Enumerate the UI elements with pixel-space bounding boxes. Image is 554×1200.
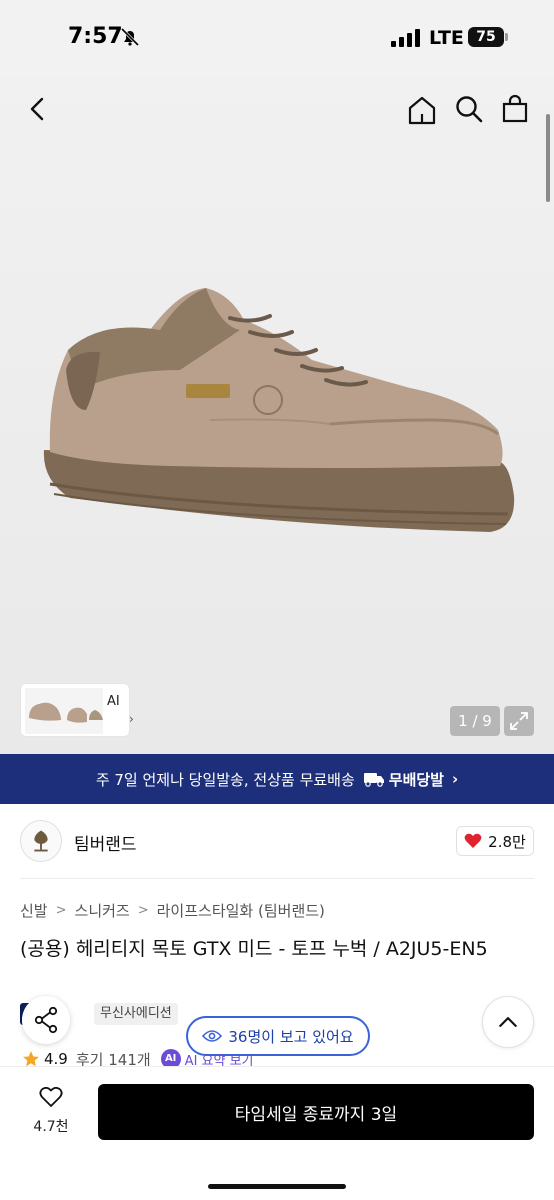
live-viewers-text: 36명이 보고 있어요 [228,1027,354,1046]
bell-off-icon [120,27,140,47]
wishlist-button[interactable]: 4.7천 [28,1086,74,1140]
product-image[interactable] [30,270,520,550]
thumbnail-ai-label: AI [107,694,120,709]
wishlist-count: 4.7천 [33,1119,69,1135]
eye-icon [202,1030,223,1042]
battery-level: 75 [468,27,504,47]
breadcrumb-item[interactable]: 라이프스타일화 (팀버랜드) [157,900,325,921]
truck-icon [363,773,384,787]
heart-outline-icon [39,1086,63,1107]
brand-logo[interactable] [20,820,62,862]
network-type: LTE [429,27,464,49]
home-indicator [208,1184,346,1189]
share-icon[interactable] [22,996,70,1044]
brand-name[interactable]: 팀버랜드 [74,830,137,855]
chevron-right-icon: › [129,712,134,726]
delivery-banner-text: 주 7일 언제나 당일발송, 전상품 무료배송 [95,770,355,789]
scrollbar[interactable] [546,114,550,202]
status-time: 7:57 [68,24,123,49]
free-delivery-badge: 무배당발 › [363,769,458,790]
free-delivery-label: 무배당발 [388,770,444,789]
brand-like-count: 2.8만 [488,832,526,851]
chevron-up-icon[interactable] [482,996,534,1048]
status-bar: 7:57 LTE 75 [0,0,554,76]
chevron-right-icon: > [137,903,149,918]
thumbnail-image[interactable] [25,688,103,734]
buy-button[interactable]: 타임세일 종료까지 3일 [98,1084,534,1140]
product-title: (공용) 헤리티지 목토 GTX 미드 - 토프 누벅 / A2JU5-EN5 [20,938,488,960]
breadcrumb: 신발 > 스니커즈 > 라이프스타일화 (팀버랜드) [20,900,325,921]
home-icon[interactable] [406,94,438,126]
breadcrumb-item[interactable]: 스니커즈 [75,900,130,921]
edition-tag: 무신사에디션 [94,1003,178,1025]
divider [20,878,534,879]
image-page-counter: 1 / 9 [450,706,500,736]
signal-icon [391,29,420,47]
back-icon[interactable] [24,94,52,124]
heart-icon [464,833,482,848]
cart-icon[interactable] [500,94,530,124]
chevron-right-icon: > [55,903,67,918]
search-icon[interactable] [454,94,484,124]
chevron-right-icon: › [451,770,459,788]
brand-like-button[interactable]: 2.8만 [456,826,534,856]
delivery-banner[interactable]: 주 7일 언제나 당일발송, 전상품 무료배송 무배당발 › [0,754,554,804]
battery-icon: 75 [468,27,508,47]
breadcrumb-item[interactable]: 신발 [20,900,48,921]
expand-icon[interactable] [504,706,534,736]
thumbnail-strip[interactable]: AI › [20,683,134,737]
